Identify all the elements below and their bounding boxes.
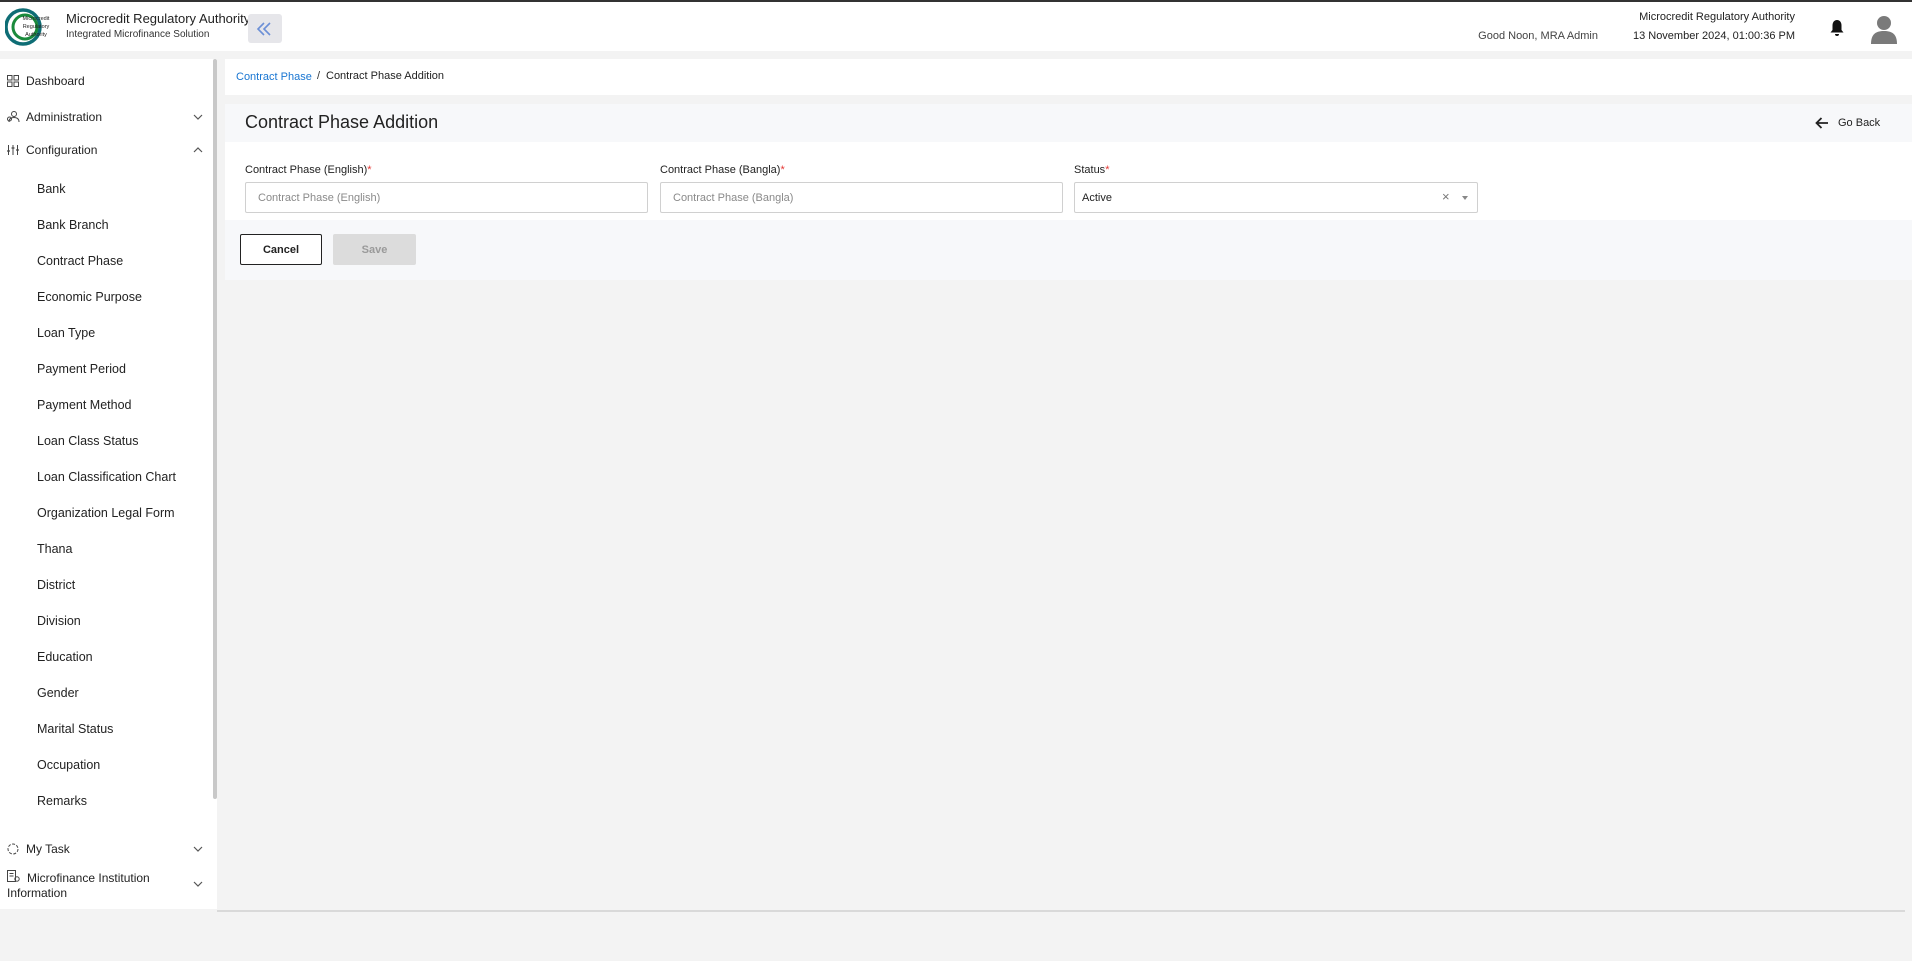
contract-phase-bangla-input[interactable] — [660, 182, 1063, 213]
english-field-label: Contract Phase (English)* — [245, 164, 372, 176]
grid-icon — [7, 75, 19, 87]
svg-text:Authority: Authority — [25, 32, 47, 38]
chevron-down-icon — [193, 881, 203, 887]
sidebar-subitem-bank[interactable]: Bank — [37, 182, 66, 196]
sidebar-item-configuration[interactable]: Configuration — [0, 138, 213, 162]
sidebar-subitem-economic-purpose[interactable]: Economic Purpose — [37, 290, 142, 304]
chevron-down-icon — [193, 846, 203, 852]
sidebar-item-label: Configuration — [26, 143, 98, 157]
chevron-down-icon — [193, 114, 203, 120]
bell-icon[interactable] — [1829, 19, 1845, 37]
double-chevron-left-icon — [256, 21, 271, 36]
cancel-button[interactable]: Cancel — [240, 234, 322, 265]
sidebar-item-label: My Task — [26, 842, 70, 856]
required-mark: * — [367, 164, 372, 176]
sidebar-subitem-occupation[interactable]: Occupation — [37, 758, 100, 772]
status-select[interactable]: Active × — [1074, 182, 1478, 213]
breadcrumb-current: Contract Phase Addition — [326, 70, 445, 82]
task-icon — [7, 843, 19, 855]
bangla-field-label: Contract Phase (Bangla)* — [660, 164, 785, 176]
admin-icon — [7, 111, 20, 123]
top-header: Microcredit Regulatory Authority Microcr… — [0, 0, 1912, 51]
brand-subtitle: Integrated Microfinance Solution — [66, 29, 210, 40]
clear-icon[interactable]: × — [1442, 189, 1450, 204]
breadcrumb-link-contract-phase[interactable]: Contract Phase — [236, 71, 312, 83]
user-avatar-icon[interactable] — [1870, 14, 1898, 44]
svg-text:Regulatory: Regulatory — [23, 24, 50, 30]
sidebar-subitem-district[interactable]: District — [37, 578, 75, 592]
sidebar-item-dashboard[interactable]: Dashboard — [0, 69, 213, 93]
sidebar-subitem-loan-classification-chart[interactable]: Loan Classification Chart — [37, 470, 176, 484]
svg-text:Microcredit: Microcredit — [23, 16, 50, 22]
page-title-bar: Contract Phase Addition Go Back — [225, 104, 1912, 142]
mra-logo: Microcredit Regulatory Authority — [5, 8, 50, 46]
contract-phase-form: Contract Phase (English)* Contract Phase… — [225, 142, 1912, 220]
go-back-label: Go Back — [1838, 117, 1881, 129]
sidebar-item-administration[interactable]: Administration — [0, 105, 213, 129]
form-actions: Cancel Save — [225, 220, 1912, 280]
status-select-value: Active — [1082, 192, 1112, 204]
chevron-up-icon — [193, 147, 203, 153]
caret-down-icon[interactable] — [1462, 196, 1468, 200]
sidebar-subitem-payment-period[interactable]: Payment Period — [37, 362, 126, 376]
sidebar-subitem-loan-class-status[interactable]: Loan Class Status — [37, 434, 138, 448]
sidebar-subitem-division[interactable]: Division — [37, 614, 81, 628]
sidebar-subitem-loan-type[interactable]: Loan Type — [37, 326, 95, 340]
contract-phase-english-input[interactable] — [245, 182, 648, 213]
breadcrumb: Contract Phase / Contract Phase Addition — [225, 59, 1912, 95]
sidebar-subitem-contract-phase[interactable]: Contract Phase — [37, 254, 123, 268]
sidebar-collapse-button[interactable] — [248, 14, 282, 43]
save-button[interactable]: Save — [333, 234, 416, 265]
sidebar-subitem-remarks[interactable]: Remarks — [37, 794, 87, 808]
sidebar-subitem-organization-legal-form[interactable]: Organization Legal Form — [37, 506, 175, 520]
brand-title: Microcredit Regulatory Authority — [66, 11, 251, 26]
required-mark: * — [1105, 164, 1110, 176]
required-mark: * — [780, 164, 785, 176]
sidebar-item-label: Microfinance Institution Information — [7, 871, 150, 900]
header-datetime: 13 November 2024, 01:00:36 PM — [1632, 30, 1795, 42]
sidebar-subitem-education[interactable]: Education — [37, 650, 93, 664]
greeting-text: Good Noon, MRA Admin — [1478, 30, 1598, 42]
sidebar-scrollbar[interactable] — [213, 59, 217, 799]
sidebar-subitem-gender[interactable]: Gender — [37, 686, 79, 700]
sidebar-subitem-marital-status[interactable]: Marital Status — [37, 722, 113, 736]
page-title: Contract Phase Addition — [245, 112, 439, 132]
arrow-left-icon — [1815, 117, 1828, 129]
sidebar-item-label: Administration — [26, 110, 103, 124]
status-field-label: Status* — [1074, 164, 1110, 176]
sidebar-item-my-task[interactable]: My Task — [0, 837, 213, 861]
header-org-name: Microcredit Regulatory Authority — [1639, 11, 1795, 23]
go-back-button[interactable]: Go Back — [1814, 113, 1880, 133]
sidebar: Dashboard Administration Configuration B… — [0, 59, 217, 909]
sliders-icon — [7, 145, 19, 155]
sidebar-subitem-payment-method[interactable]: Payment Method — [37, 398, 132, 412]
breadcrumb-separator: / — [317, 70, 321, 82]
sidebar-subitem-thana[interactable]: Thana — [37, 542, 72, 556]
content-bottom-divider — [217, 910, 1905, 912]
sidebar-item-label: Dashboard — [26, 74, 85, 88]
sidebar-subitem-bank-branch[interactable]: Bank Branch — [37, 218, 109, 232]
